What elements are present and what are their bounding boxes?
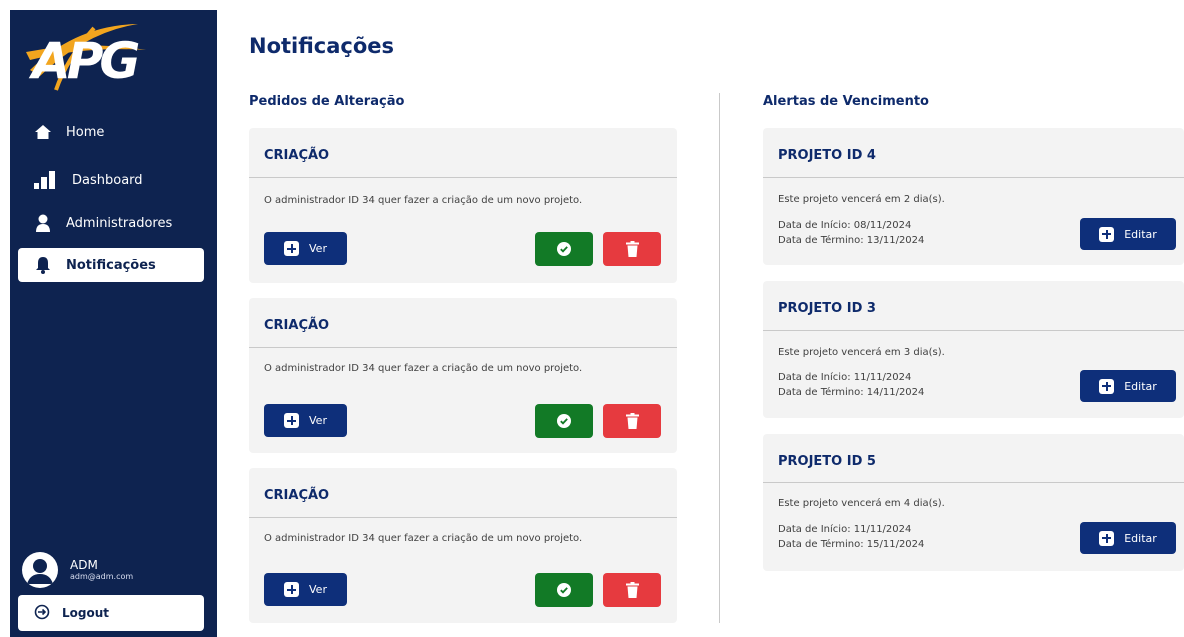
check-circle-icon [557, 242, 571, 256]
request-card: CRIAÇÃO O administrador ID 34 quer fazer… [249, 468, 677, 623]
plus-icon [1099, 226, 1115, 242]
card-text: Este projeto vencerá em 3 dia(s). [778, 347, 945, 358]
approve-button[interactable] [535, 573, 593, 607]
edit-button[interactable]: Editar [1080, 218, 1176, 250]
avatar [22, 552, 58, 588]
check-circle-icon [557, 583, 571, 597]
card-divider [249, 177, 677, 178]
end-date: Data de Término: 15/11/2024 [778, 539, 925, 550]
user-icon [34, 214, 52, 232]
sidebar-item-label: Dashboard [72, 172, 143, 188]
user-email: adm@adm.com [70, 572, 134, 581]
card-title: PROJETO ID 3 [778, 301, 876, 316]
card-title: CRIAÇÃO [264, 148, 330, 163]
logo-text: APG [32, 32, 140, 90]
bell-icon [34, 256, 52, 274]
user-profile[interactable]: ADM adm@adm.com [22, 552, 133, 588]
card-divider [249, 517, 677, 518]
plus-icon [284, 582, 300, 597]
logout-button[interactable]: Logout [18, 595, 204, 631]
app: APG Home Dashboard Administradores Notif [0, 0, 1184, 637]
request-card: CRIAÇÃO O administrador ID 34 quer fazer… [249, 128, 677, 283]
sidebar-item-label: Notificações [66, 257, 156, 273]
start-date: Data de Início: 11/11/2024 [778, 524, 912, 535]
plus-icon [1099, 378, 1115, 394]
trash-icon [625, 582, 639, 598]
approve-button[interactable] [535, 232, 593, 266]
user-name: ADM [70, 558, 98, 572]
view-button-label: Ver [309, 414, 327, 427]
card-divider [249, 347, 677, 348]
user-info: ADM adm@adm.com [58, 558, 134, 582]
apg-logo[interactable]: APG [26, 20, 166, 95]
plus-icon [284, 241, 300, 256]
card-text: Este projeto vencerá em 2 dia(s). [778, 194, 945, 205]
start-date: Data de Início: 08/11/2024 [778, 220, 912, 231]
card-title: PROJETO ID 5 [778, 454, 876, 469]
request-card: CRIAÇÃO O administrador ID 34 quer fazer… [249, 298, 677, 453]
approve-button[interactable] [535, 404, 593, 438]
home-icon [34, 123, 52, 141]
edit-button[interactable]: Editar [1080, 522, 1176, 554]
edit-button-label: Editar [1124, 531, 1157, 545]
start-date: Data de Início: 11/11/2024 [778, 372, 912, 383]
plus-icon [284, 413, 300, 428]
delete-button[interactable] [603, 404, 661, 438]
page-title: Notificações [249, 34, 395, 58]
end-date: Data de Término: 14/11/2024 [778, 387, 925, 398]
sidebar-item-notificacoes[interactable]: Notificações [18, 248, 204, 282]
edit-button-label: Editar [1124, 379, 1157, 393]
sidebar-item-label: Administradores [66, 215, 173, 231]
view-button-label: Ver [309, 583, 327, 596]
alert-card: PROJETO ID 3 Este projeto vencerá em 3 d… [763, 281, 1184, 418]
card-divider [763, 482, 1184, 483]
logout-label: Logout [62, 606, 110, 620]
alerts-section-title: Alertas de Vencimento [763, 94, 929, 109]
view-button[interactable]: Ver [264, 404, 347, 437]
card-divider [763, 330, 1184, 331]
sidebar-item-dashboard[interactable]: Dashboard [18, 163, 204, 197]
delete-button[interactable] [603, 232, 661, 266]
trash-icon [625, 241, 639, 257]
card-text: Este projeto vencerá em 4 dia(s). [778, 498, 945, 509]
requests-section-title: Pedidos de Alteração [249, 94, 405, 109]
sidebar: APG Home Dashboard Administradores Notif [10, 10, 217, 637]
logout-icon [34, 604, 50, 623]
edit-button-label: Editar [1124, 227, 1157, 241]
sidebar-item-label: Home [66, 124, 105, 140]
sidebar-item-home[interactable]: Home [18, 115, 204, 149]
sidebar-item-administradores[interactable]: Administradores [18, 206, 204, 240]
bar-chart-icon [34, 171, 56, 189]
card-title: CRIAÇÃO [264, 488, 330, 503]
view-button[interactable]: Ver [264, 573, 347, 606]
delete-button[interactable] [603, 573, 661, 607]
alert-card: PROJETO ID 5 Este projeto vencerá em 4 d… [763, 434, 1184, 571]
card-text: O administrador ID 34 quer fazer a criaç… [264, 363, 583, 374]
alert-card: PROJETO ID 4 Este projeto vencerá em 2 d… [763, 128, 1184, 265]
card-text: O administrador ID 34 quer fazer a criaç… [264, 533, 583, 544]
trash-icon [625, 413, 639, 429]
view-button-label: Ver [309, 242, 327, 255]
plus-icon [1099, 530, 1115, 546]
edit-button[interactable]: Editar [1080, 370, 1176, 402]
view-button[interactable]: Ver [264, 232, 347, 265]
card-text: O administrador ID 34 quer fazer a criaç… [264, 195, 583, 206]
card-divider [763, 177, 1184, 178]
end-date: Data de Término: 13/11/2024 [778, 235, 925, 246]
card-title: CRIAÇÃO [264, 318, 330, 333]
check-circle-icon [557, 414, 571, 428]
card-title: PROJETO ID 4 [778, 148, 876, 163]
column-divider [719, 93, 720, 623]
